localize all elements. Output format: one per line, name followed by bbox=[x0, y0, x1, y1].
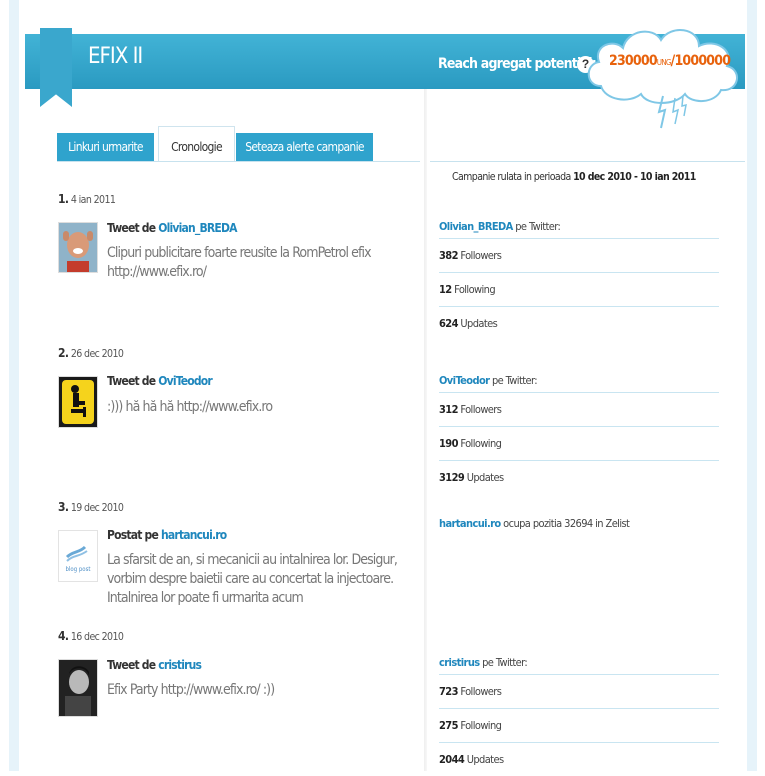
entry-author: Tweet de OviTeodor bbox=[107, 374, 213, 388]
reach-value: 230000 bbox=[609, 53, 658, 69]
column-divider bbox=[424, 88, 427, 771]
stat-label: Following bbox=[454, 283, 496, 296]
avatar-olivian-breda[interactable] bbox=[58, 222, 98, 273]
entry-date: 4 ian 2011 bbox=[70, 194, 116, 206]
campaign-title: EFIX II bbox=[88, 44, 143, 69]
avatar-cristirus[interactable] bbox=[58, 659, 98, 717]
reach-max: 1000000 bbox=[674, 53, 731, 69]
stat-user-link[interactable]: OviTeodor bbox=[439, 374, 490, 387]
stat-suffix: pe Twitter: bbox=[515, 220, 561, 233]
entry-text: Clipuri publicitare foarte reusite la Ro… bbox=[107, 245, 372, 280]
entry-header: 4. 16 dec 2010 bbox=[58, 629, 124, 643]
entry-kind: Postat pe bbox=[107, 528, 159, 542]
stat-value: 2044 bbox=[439, 753, 465, 766]
tab-cronologie[interactable]: Cronologie bbox=[158, 126, 235, 162]
entry-header: 3. 19 dec 2010 bbox=[58, 500, 124, 514]
stats-oviteodor: OviTeodor pe Twitter: 312 Followers 190 … bbox=[439, 374, 719, 494]
stats-cristirus: cristirus pe Twitter: 723 Followers 275 … bbox=[439, 656, 719, 776]
entry-number: 3. bbox=[58, 500, 69, 514]
tabs-underline bbox=[57, 161, 420, 162]
stat-suffix: pe Twitter: bbox=[482, 656, 528, 669]
stat-following: 275 Following bbox=[439, 709, 719, 743]
blog-post-logo[interactable]: blog post bbox=[58, 530, 98, 582]
stat-value: 723 bbox=[439, 685, 458, 698]
stat-followers: 382 Followers bbox=[439, 239, 719, 273]
entry-author: Tweet de cristirus bbox=[107, 658, 202, 672]
stat-user-link[interactable]: Olivian_BREDA bbox=[439, 220, 513, 233]
right-background-strip bbox=[747, 0, 757, 771]
stat-title: Olivian_BREDA pe Twitter: bbox=[439, 220, 719, 237]
stats-olivian-breda: Olivian_BREDA pe Twitter: 382 Followers … bbox=[439, 220, 719, 340]
entry-kind: Tweet de bbox=[107, 374, 156, 388]
stat-value: 12 bbox=[439, 283, 452, 296]
stat-label: Updates bbox=[466, 471, 504, 484]
stat-following: 12 Following bbox=[439, 273, 719, 307]
author-link-hartancui[interactable]: hartancui.ro bbox=[161, 528, 227, 542]
period-range: 10 dec 2010 - 10 ian 2011 bbox=[573, 171, 696, 183]
stat-value: 3129 bbox=[439, 471, 465, 484]
stat-title: OviTeodor pe Twitter: bbox=[439, 374, 719, 391]
campaign-period: Campanie rulata in perioada 10 dec 2010 … bbox=[452, 171, 696, 183]
author-link-oviteodor[interactable]: OviTeodor bbox=[158, 374, 212, 388]
stat-value: 382 bbox=[439, 249, 458, 262]
reach-label: Reach agregat potential: bbox=[438, 56, 597, 72]
entry-text: Efix Party http://www.efix.ro/ :)) bbox=[107, 682, 275, 698]
period-prefix: Campanie rulata in perioada bbox=[452, 171, 571, 183]
stat-value: 190 bbox=[439, 437, 458, 450]
stat-value: 275 bbox=[439, 719, 458, 732]
stat-label: Updates bbox=[460, 317, 498, 330]
stat-label: Following bbox=[460, 437, 502, 450]
stat-title: hartancui.ro ocupa pozitia 32694 in Zeli… bbox=[439, 517, 719, 534]
cloud-icon bbox=[587, 28, 738, 129]
entry-author: Tweet de Olivian_BREDA bbox=[107, 221, 238, 235]
left-background-strip bbox=[9, 0, 19, 771]
entry-number: 1. bbox=[58, 192, 69, 206]
blog-logo-text: blog post bbox=[65, 566, 90, 573]
author-link-olivian-breda[interactable]: Olivian_BREDA bbox=[158, 221, 237, 235]
entry-header: 2. 26 dec 2010 bbox=[58, 346, 124, 360]
entry-text: La sfarsit de an, si mecanicii au intaln… bbox=[107, 552, 398, 606]
stat-updates: 624 Updates bbox=[439, 307, 719, 340]
stat-title: cristirus pe Twitter: bbox=[439, 656, 719, 673]
tab-linkuri-urmarite[interactable]: Linkuri urmarite bbox=[57, 133, 154, 162]
avatar-oviteodor[interactable] bbox=[58, 376, 98, 428]
entry-date: 19 dec 2010 bbox=[70, 502, 124, 514]
stat-followers: 723 Followers bbox=[439, 675, 719, 709]
entry-date: 26 dec 2010 bbox=[70, 348, 124, 360]
stats-hartancui: hartancui.ro ocupa pozitia 32694 in Zeli… bbox=[439, 517, 719, 534]
stat-updates: 3129 Updates bbox=[439, 461, 719, 494]
stat-suffix: ocupa pozitia 32694 in Zelist bbox=[503, 517, 630, 530]
stat-value: 624 bbox=[439, 317, 458, 330]
entry-number: 4. bbox=[58, 629, 69, 643]
entry-date: 16 dec 2010 bbox=[70, 631, 124, 643]
period-underline bbox=[430, 161, 745, 162]
stat-label: Followers bbox=[460, 685, 502, 698]
stat-followers: 312 Followers bbox=[439, 393, 719, 427]
entry-text: :))) hă hă hă http://www.efix.ro bbox=[107, 399, 273, 415]
entry-kind: Tweet de bbox=[107, 221, 156, 235]
stat-suffix: pe Twitter: bbox=[491, 374, 538, 387]
tab-seteaza-alerte-campanie[interactable]: Seteaza alerte campanie bbox=[236, 133, 373, 162]
author-link-cristirus[interactable]: cristirus bbox=[158, 658, 202, 672]
entry-author: Postat pe hartancui.ro bbox=[107, 528, 227, 542]
reach-unit: UNG bbox=[656, 58, 672, 67]
stat-user-link[interactable]: hartancui.ro bbox=[439, 517, 501, 530]
stat-label: Updates bbox=[466, 753, 504, 766]
stat-updates: 2044 Updates bbox=[439, 743, 719, 776]
stat-following: 190 Following bbox=[439, 427, 719, 461]
stat-label: Followers bbox=[460, 249, 502, 262]
entry-header: 1. 4 ian 2011 bbox=[58, 192, 116, 206]
reach-values: 230000UNG/1000000 bbox=[609, 53, 731, 69]
stat-user-link[interactable]: cristirus bbox=[439, 656, 480, 669]
entry-kind: Tweet de bbox=[107, 658, 156, 672]
stat-label: Followers bbox=[460, 403, 502, 416]
stat-value: 312 bbox=[439, 403, 458, 416]
entry-number: 2. bbox=[58, 346, 69, 360]
stat-label: Following bbox=[460, 719, 502, 732]
